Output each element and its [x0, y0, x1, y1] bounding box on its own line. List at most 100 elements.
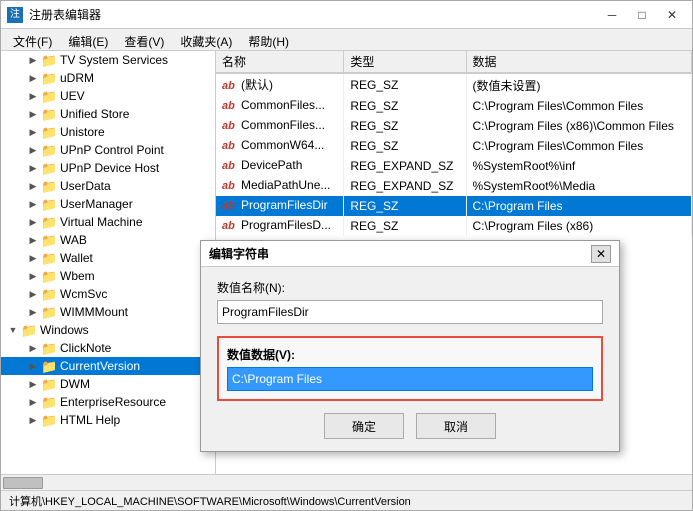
tree-item-label: TV System Services: [60, 53, 168, 67]
expand-icon[interactable]: ▼: [5, 322, 21, 338]
folder-icon: 📁: [41, 287, 57, 301]
table-row[interactable]: abDevicePathREG_EXPAND_SZ%SystemRoot%\in…: [216, 156, 692, 176]
expand-icon[interactable]: ▶: [25, 232, 41, 248]
tree-item-label: UEV: [60, 89, 85, 103]
expand-icon[interactable]: ▶: [25, 196, 41, 212]
expand-icon[interactable]: ▶: [25, 214, 41, 230]
registry-type-icon: ab: [222, 80, 238, 94]
expand-icon[interactable]: ▶: [25, 124, 41, 140]
registry-tree[interactable]: ▶📁TV System Services▶📁uDRM▶📁UEV▶📁Unified…: [1, 51, 216, 474]
folder-icon: 📁: [41, 413, 57, 427]
tree-item-label: DWM: [60, 377, 90, 391]
cell-type: REG_EXPAND_SZ: [344, 176, 466, 196]
data-input[interactable]: [227, 367, 593, 391]
folder-icon: 📁: [41, 197, 57, 211]
tree-item-label: HTML Help: [60, 413, 120, 427]
cell-name: abDevicePath: [216, 156, 344, 176]
table-row[interactable]: abProgramFilesD...REG_SZC:\Program Files…: [216, 216, 692, 236]
status-path: 计算机\HKEY_LOCAL_MACHINE\SOFTWARE\Microsof…: [9, 493, 411, 509]
cell-type: REG_SZ: [344, 116, 466, 136]
tree-item-label: CurrentVersion: [60, 359, 140, 373]
expand-icon[interactable]: ▶: [25, 376, 41, 392]
edit-string-dialog[interactable]: 编辑字符串 ✕ 数值名称(N): 数值数据(V): 确定 取消: [200, 240, 620, 452]
maximize-button[interactable]: □: [628, 5, 656, 25]
tree-item-upnp-control[interactable]: ▶📁UPnP Control Point: [1, 141, 215, 159]
tree-item-unistore[interactable]: ▶📁Unistore: [1, 123, 215, 141]
folder-icon: 📁: [41, 107, 57, 121]
cell-data: C:\Program Files (x86): [466, 216, 692, 236]
tree-item-label: Wbem: [60, 269, 95, 283]
menu-file[interactable]: 文件(F): [5, 31, 60, 48]
expand-icon[interactable]: ▶: [25, 412, 41, 428]
tree-item-unified-store[interactable]: ▶📁Unified Store: [1, 105, 215, 123]
tree-item-html-help[interactable]: ▶📁HTML Help: [1, 411, 215, 429]
cell-type: REG_SZ: [344, 73, 466, 96]
tree-item-upnp-device[interactable]: ▶📁UPnP Device Host: [1, 159, 215, 177]
dialog-title: 编辑字符串: [209, 245, 591, 262]
expand-icon[interactable]: ▶: [25, 106, 41, 122]
expand-icon[interactable]: ▶: [25, 394, 41, 410]
expand-icon[interactable]: ▶: [25, 70, 41, 86]
name-input[interactable]: [217, 300, 603, 324]
title-bar: 注 注册表编辑器 ─ □ ✕: [1, 1, 692, 29]
registry-type-icon: ab: [222, 100, 238, 114]
scroll-thumb[interactable]: [3, 477, 43, 489]
expand-icon[interactable]: ▶: [25, 160, 41, 176]
expand-icon[interactable]: ▶: [25, 340, 41, 356]
dialog-close-button[interactable]: ✕: [591, 245, 611, 263]
expand-icon[interactable]: ▶: [25, 358, 41, 374]
expand-icon[interactable]: ▶: [25, 268, 41, 284]
tree-item-label: uDRM: [60, 71, 94, 85]
folder-icon: 📁: [41, 215, 57, 229]
tree-item-wcmsvc[interactable]: ▶📁WcmSvc: [1, 285, 215, 303]
tree-item-tv-system-services[interactable]: ▶📁TV System Services: [1, 51, 215, 69]
tree-item-wallet[interactable]: ▶📁Wallet: [1, 249, 215, 267]
tree-item-dwm[interactable]: ▶📁DWM: [1, 375, 215, 393]
table-row[interactable]: abCommonFiles...REG_SZC:\Program Files (…: [216, 116, 692, 136]
expand-icon[interactable]: ▶: [25, 304, 41, 320]
cell-data: C:\Program Files: [466, 196, 692, 216]
cell-type: REG_SZ: [344, 196, 466, 216]
minimize-button[interactable]: ─: [598, 5, 626, 25]
tree-item-uev[interactable]: ▶📁UEV: [1, 87, 215, 105]
folder-icon: 📁: [41, 305, 57, 319]
app-icon: 注: [7, 7, 23, 23]
table-row[interactable]: ab(默认)REG_SZ(数值未设置): [216, 73, 692, 96]
menu-edit[interactable]: 编辑(E): [60, 31, 116, 48]
cancel-button[interactable]: 取消: [416, 413, 496, 439]
table-row[interactable]: abCommonFiles...REG_SZC:\Program Files\C…: [216, 96, 692, 116]
expand-icon[interactable]: ▶: [25, 250, 41, 266]
expand-icon[interactable]: ▶: [25, 142, 41, 158]
expand-icon[interactable]: ▶: [25, 52, 41, 68]
tree-item-windows[interactable]: ▼📁Windows: [1, 321, 215, 339]
tree-item-wimmount[interactable]: ▶📁WIMMMount: [1, 303, 215, 321]
ok-button[interactable]: 确定: [324, 413, 404, 439]
folder-icon: 📁: [41, 395, 57, 409]
registry-type-icon: ab: [222, 140, 238, 154]
tree-item-label: UPnP Device Host: [60, 161, 159, 175]
close-button[interactable]: ✕: [658, 5, 686, 25]
tree-item-label: WAB: [60, 233, 87, 247]
tree-item-enterprise-resource[interactable]: ▶📁EnterpriseResource: [1, 393, 215, 411]
menu-favorites[interactable]: 收藏夹(A): [172, 31, 240, 48]
tree-item-virtual-machine[interactable]: ▶📁Virtual Machine: [1, 213, 215, 231]
menu-help[interactable]: 帮助(H): [240, 31, 297, 48]
tree-item-clicknote[interactable]: ▶📁ClickNote: [1, 339, 215, 357]
table-row[interactable]: abCommonW64...REG_SZC:\Program Files\Com…: [216, 136, 692, 156]
tree-item-current-version[interactable]: ▶📁CurrentVersion: [1, 357, 215, 375]
horizontal-scrollbar[interactable]: [1, 474, 692, 490]
tree-item-userdata[interactable]: ▶📁UserData: [1, 177, 215, 195]
table-row[interactable]: abProgramFilesDirREG_SZC:\Program Files: [216, 196, 692, 216]
folder-icon: 📁: [41, 377, 57, 391]
table-row[interactable]: abMediaPathUne...REG_EXPAND_SZ%SystemRoo…: [216, 176, 692, 196]
tree-item-wab[interactable]: ▶📁WAB: [1, 231, 215, 249]
menu-bar: 文件(F) 编辑(E) 查看(V) 收藏夹(A) 帮助(H): [1, 29, 692, 51]
expand-icon[interactable]: ▶: [25, 178, 41, 194]
data-label: 数值数据(V):: [227, 346, 593, 363]
tree-item-udrm[interactable]: ▶📁uDRM: [1, 69, 215, 87]
tree-item-usermanager[interactable]: ▶📁UserManager: [1, 195, 215, 213]
expand-icon[interactable]: ▶: [25, 286, 41, 302]
expand-icon[interactable]: ▶: [25, 88, 41, 104]
tree-item-wbem[interactable]: ▶📁Wbem: [1, 267, 215, 285]
menu-view[interactable]: 查看(V): [116, 31, 172, 48]
